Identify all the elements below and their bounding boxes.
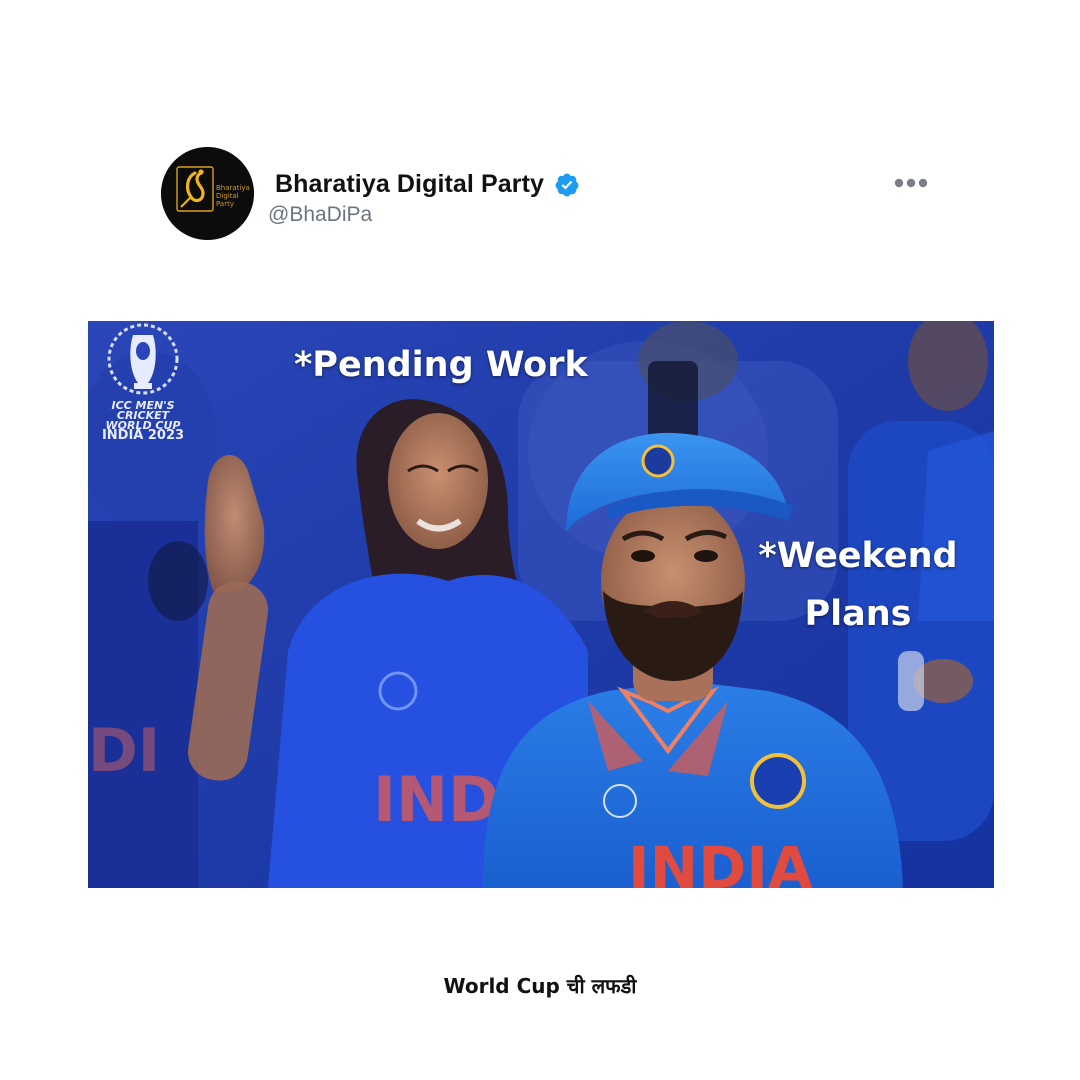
meme-image[interactable]: DI IND INDIA ICC MEN'S CRICKET WORLD CUP… [88,321,994,888]
caption-weekend-line2: Plans [804,594,912,634]
world-cup-logo: ICC MEN'S CRICKET WORLD CUP INDIA 2023 [98,321,188,451]
caption-weekend-plans: *Weekend Plans [738,527,978,643]
jersey-letters-woman: IND [373,763,499,836]
caption-weekend-line1: *Weekend [758,536,958,576]
caption-pending-work: *Pending Work [294,345,588,385]
logo-line-4: INDIA 2023 [101,428,185,443]
svg-text:Party: Party [216,200,234,208]
jersey-letters-player: INDIA [628,834,813,888]
svg-text:Bharatiya: Bharatiya [216,184,250,192]
post-card: Bharatiya Digital Party Bharatiya Digita… [0,0,1080,1080]
ellipsis-icon [894,178,928,188]
display-name[interactable]: Bharatiya Digital Party [275,170,544,199]
verified-badge-icon [555,173,579,196]
more-options-button[interactable] [889,170,933,196]
author-name-row[interactable]: Bharatiya Digital Party [275,170,580,199]
svg-text:Digital: Digital [216,192,239,200]
jersey-letters-left: DI [88,716,160,786]
avatar[interactable]: Bharatiya Digital Party [161,147,254,240]
trophy-icon [107,323,179,395]
author-handle[interactable]: @BhaDiPa [268,203,372,227]
party-logo-icon: Bharatiya Digital Party [161,147,254,240]
post-caption: World Cup ची लफडी [443,974,637,998]
